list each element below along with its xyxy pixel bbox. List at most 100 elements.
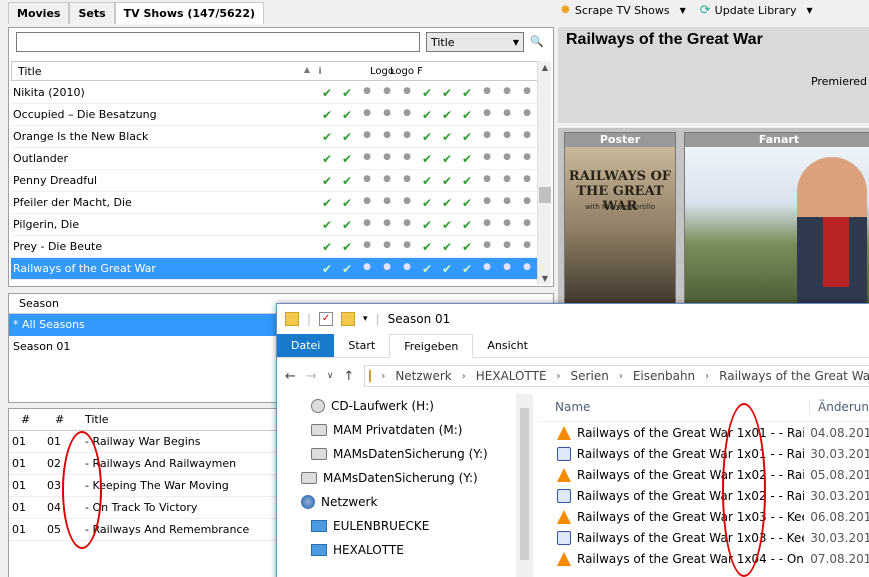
name-column-header[interactable]: Name	[539, 400, 809, 414]
missing-dot-icon: ●	[503, 261, 511, 272]
ribbon-tab-ansicht[interactable]: Ansicht	[473, 334, 542, 357]
nav-scrollbar[interactable]	[516, 394, 533, 577]
show-row[interactable]: Pilgerin, Die ✔ ✔ ● ● ● ✔ ✔ ✔ ● ● ●	[11, 214, 538, 236]
nav-item[interactable]: MAMsDatenSicherung (Y:)	[277, 466, 533, 490]
tab-movies[interactable]: Movies	[8, 2, 70, 24]
check-icon: ✔	[441, 129, 453, 144]
logo-icon[interactable]: Logo	[370, 66, 394, 77]
details-header: Railways of the Great War Premiered	[558, 27, 869, 123]
dropdown-arrow-icon[interactable]: ▼	[680, 6, 686, 15]
title-column-header[interactable]: Title ▲	[12, 65, 310, 78]
season-num-header[interactable]: #	[9, 413, 43, 426]
file-row[interactable]: Railways of the Great War 1x03 - - Keepi…	[539, 527, 869, 548]
breadcrumb-item[interactable]: Eisenbahn	[633, 369, 695, 383]
breadcrumb-chevron-icon[interactable]: ›	[705, 371, 709, 382]
breadcrumb-item[interactable]: Serien	[571, 369, 609, 383]
show-row[interactable]: Prey - Die Beute ✔ ✔ ● ● ● ✔ ✔ ✔ ● ● ●	[11, 236, 538, 258]
file-row[interactable]: Railways of the Great War 1x02 - - Railw…	[539, 464, 869, 485]
file-row[interactable]: Railways of the Great War 1x01 - - Railw…	[539, 443, 869, 464]
music-icon[interactable]	[490, 66, 510, 77]
magnifier-icon[interactable]: 🔍	[530, 35, 544, 49]
missing-dot-icon: ●	[383, 195, 391, 206]
file-row[interactable]: Railways of the Great War 1x03 - - Keepi…	[539, 506, 869, 527]
show-row[interactable]: Outlander ✔ ✔ ● ● ● ✔ ✔ ✔ ● ● ●	[11, 148, 538, 170]
scroll-up-icon[interactable]: ▲	[538, 63, 552, 72]
nfo-file-icon	[557, 488, 571, 503]
file-row[interactable]: Railways of the Great War 1x04 - - On Tr…	[539, 548, 869, 569]
show-row[interactable]: Penny Dreadful ✔ ✔ ● ● ● ✔ ✔ ✔ ● ● ●	[11, 170, 538, 192]
tv-icon[interactable]	[430, 66, 450, 77]
missing-dot-icon: ●	[523, 239, 531, 250]
nav-item[interactable]: CD-Laufwerk (H:)	[277, 394, 533, 418]
tab-tv-shows[interactable]: TV Shows (147/5622)	[114, 2, 265, 24]
missing-dot-icon: ●	[363, 261, 371, 272]
file-row[interactable]: Railways of the Great War 1x02 - - Railw…	[539, 485, 869, 506]
ribbon-tab-datei[interactable]: Datei	[277, 334, 335, 357]
tab-sets[interactable]: Sets	[69, 2, 115, 24]
show-row[interactable]: Pfeiler der Macht, Die ✔ ✔ ● ● ● ✔ ✔ ✔ ● ● ●	[11, 192, 538, 214]
fanart-box[interactable]: Fanart	[684, 132, 869, 308]
nav-item[interactable]: MAM Privatdaten (M:)	[277, 418, 533, 442]
new-folder-icon[interactable]	[341, 312, 356, 326]
check-icon: ✔	[321, 195, 333, 210]
date-column-header[interactable]: Änderung	[809, 399, 869, 414]
missing-dot-icon: ●	[503, 85, 511, 96]
address-bar[interactable]: › Netzwerk › HEXALOTTE › Serien › Eisenbahn › Rai…	[364, 365, 869, 387]
scroll-down-icon[interactable]: ▼	[538, 274, 552, 283]
page-icon[interactable]	[470, 66, 490, 77]
scrape-label: Scrape TV Shows	[574, 4, 670, 17]
poster-subtitle: with Michael Portillo	[584, 203, 656, 211]
dropdown-arrow-icon[interactable]: ▼	[806, 6, 812, 15]
quick-access-dropdown-icon[interactable]: ▾	[363, 314, 368, 324]
search-input[interactable]	[16, 32, 420, 52]
file-name: Railways of the Great War 1x03 - - Keepi…	[576, 530, 805, 545]
episode-num-header[interactable]: #	[43, 413, 83, 426]
file-row[interactable]: Railways of the Great War 1x01 - - Railw…	[539, 422, 869, 443]
properties-icon[interactable]: ✓	[319, 312, 334, 326]
nav-item[interactable]: MAMsDatenSicherung (Y:)	[277, 442, 533, 466]
up-icon[interactable]: ↑	[343, 369, 354, 384]
show-row[interactable]: Orange Is the New Black ✔ ✔ ● ● ● ✔ ✔ ✔ ● ● ●	[11, 126, 538, 148]
breadcrumb-chevron-icon[interactable]: ›	[619, 371, 623, 382]
file-list: Railways of the Great War 1x01 - - Railw…	[539, 422, 869, 569]
back-icon[interactable]: ←	[285, 369, 296, 384]
show-name: Orange Is the New Black	[13, 130, 149, 143]
eye-icon[interactable]	[510, 66, 530, 77]
nav-item-label: EULENBRUECKE	[333, 519, 430, 533]
sun-icon: ✹	[560, 3, 571, 18]
show-row[interactable]: Occupied – Die Besatzung ✔ ✔ ● ● ● ✔ ✔ ✔ ● ● ●	[11, 104, 538, 126]
info-icon[interactable]: i	[310, 66, 330, 77]
picture-icon[interactable]	[450, 66, 470, 77]
poster-box[interactable]: Poster RAILWAYS OF THE GREAT WAR with Mi…	[564, 132, 676, 308]
ribbon-tab-freigeben[interactable]: Freigeben	[389, 334, 474, 358]
show-list-scrollbar[interactable]: ▲ ▼	[537, 61, 551, 285]
nav-item-label: HEXALOTTE	[333, 543, 404, 557]
nav-item[interactable]: Netzwerk	[277, 490, 533, 514]
breadcrumb-item[interactable]: Railways of the Great War	[719, 369, 869, 383]
missing-dot-icon: ●	[383, 261, 391, 272]
breadcrumb-chevron-icon[interactable]: ›	[462, 371, 466, 382]
seal-icon[interactable]	[350, 66, 370, 77]
breadcrumb-item[interactable]: Netzwerk	[395, 369, 451, 383]
scrape-tv-shows-button[interactable]: ✹ Scrape TV Shows ▼	[560, 3, 686, 18]
check-icon: ✔	[421, 239, 433, 254]
forward-icon[interactable]: →	[306, 369, 317, 384]
breadcrumb-chevron-icon[interactable]: ›	[381, 371, 385, 382]
show-row[interactable]: Railways of the Great War ✔ ✔ ● ● ● ✔ ✔ ✔ ● ● ●	[11, 258, 538, 280]
scroll-thumb[interactable]	[539, 187, 551, 203]
disc-icon[interactable]	[330, 66, 350, 77]
breadcrumb-item[interactable]: HEXALOTTE	[476, 369, 547, 383]
logo-text-icon[interactable]: Logo	[390, 66, 414, 77]
nav-item[interactable]: HEXALOTTE	[277, 538, 533, 562]
missing-dot-icon: ●	[363, 151, 371, 162]
nav-item[interactable]: EULENBRUECKE	[277, 514, 533, 538]
explorer-titlebar[interactable]: | ✓ ▾ | Season 01	[277, 304, 869, 334]
recent-dropdown-icon[interactable]: ∨	[327, 371, 334, 381]
update-library-button[interactable]: ⟳ Update Library ▼	[700, 3, 813, 18]
search-field-select[interactable]: Title ▼	[426, 32, 524, 52]
breadcrumb-chevron-icon[interactable]: ›	[557, 371, 561, 382]
ribbon-tab-start[interactable]: Start	[334, 334, 389, 357]
show-row[interactable]: Nikita (2010) ✔ ✔ ● ● ● ✔ ✔ ✔ ● ● ●	[11, 82, 538, 104]
nav-scroll-thumb[interactable]	[520, 408, 529, 560]
fanart-icon[interactable]: F	[410, 66, 430, 77]
